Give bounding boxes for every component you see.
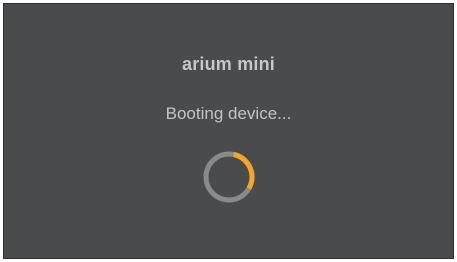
boot-screen: arium mini Booting device... <box>3 3 454 259</box>
boot-status-text: Booting device... <box>165 104 292 123</box>
spinner-progress-arc <box>203 151 255 203</box>
device-name: arium mini <box>181 54 276 74</box>
loading-spinner-icon <box>203 151 255 203</box>
